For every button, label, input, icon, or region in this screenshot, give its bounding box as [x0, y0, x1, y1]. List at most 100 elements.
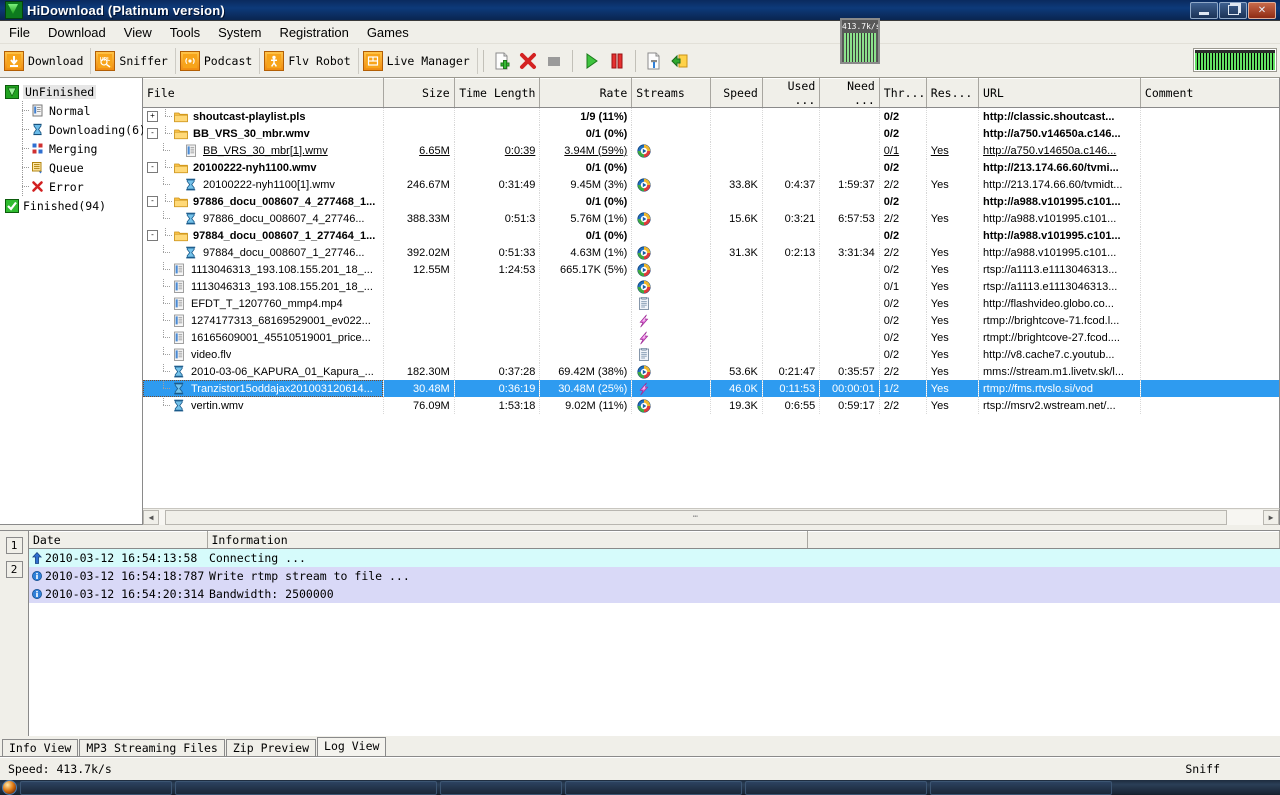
taskbar-item[interactable]: [20, 780, 172, 795]
table-row[interactable]: 16165609001_45510519001_price... 0/2 Yes rt…: [143, 329, 1279, 346]
cell-file[interactable]: 97886_docu_008607_4_27746...: [143, 210, 384, 227]
row-expander[interactable]: -: [147, 230, 158, 241]
cell-url[interactable]: rtmpt://brightcove-27.fcod....: [978, 329, 1141, 346]
column-header-file[interactable]: File: [143, 78, 384, 108]
toolbar-button-live-manager[interactable]: Live Manager: [359, 47, 478, 74]
delete-download-button[interactable]: [515, 49, 541, 73]
cell-url[interactable]: rtsp://a1113.e1113046313...: [978, 278, 1141, 295]
cell-url[interactable]: http://a988.v101995.c101...: [978, 210, 1141, 227]
scroll-left-icon[interactable]: ◀: [143, 509, 159, 525]
cell-file[interactable]: 1113046313_193.108.155.201_18_...: [143, 278, 384, 295]
sidebar-item-downloading[interactable]: Downloading(6): [4, 120, 146, 139]
cell-file[interactable]: 1274177313_68169529001_ev022...: [143, 312, 384, 329]
cell-file[interactable]: 16165609001_45510519001_price...: [143, 329, 384, 346]
cell-file[interactable]: vertin.wmv: [143, 397, 384, 414]
taskbar-item[interactable]: [175, 780, 437, 795]
cell-url[interactable]: http://v8.cache7.c.youtub...: [978, 346, 1141, 363]
taskbar-item[interactable]: [565, 780, 742, 795]
column-header-time_length[interactable]: Time Length: [454, 78, 541, 108]
table-row[interactable]: vertin.wmv 76.09M 1:53:18 9.02M (11%) 19.3K 0…: [143, 397, 1279, 414]
cell-url[interactable]: rtmp://brightcove-71.fcod.l...: [978, 312, 1141, 329]
column-header-thr[interactable]: Thr...: [879, 78, 927, 108]
table-row[interactable]: EFDT_T_1207760_mmp4.mp4 0/2 Yes http://flas…: [143, 295, 1279, 312]
cell-url[interactable]: http://a750.v14650a.c146...: [978, 125, 1141, 142]
cell-file[interactable]: Tranzistor15oddajax201003120614...: [143, 380, 384, 397]
cell-file[interactable]: + shoutcast-playlist.pls: [143, 107, 384, 125]
menu-item-system[interactable]: System: [209, 23, 270, 42]
cell-url[interactable]: http://a988.v101995.c101...: [978, 193, 1141, 210]
properties-button[interactable]: [641, 49, 667, 73]
row-expander[interactable]: -: [147, 128, 158, 139]
column-header-need[interactable]: Need ...: [819, 78, 880, 108]
taskbar-item[interactable]: [745, 780, 927, 795]
column-header-rate[interactable]: Rate: [539, 78, 633, 108]
cell-url[interactable]: http://a750.v14650a.c146...: [978, 142, 1141, 159]
tab-log-view[interactable]: Log View: [317, 737, 387, 756]
table-row[interactable]: 97886_docu_008607_4_27746... 388.33M 0:51:…: [143, 210, 1279, 227]
start-orb-icon[interactable]: [2, 780, 17, 795]
row-expander[interactable]: -: [147, 162, 158, 173]
tab-mp3-streaming-files[interactable]: MP3 Streaming Files: [79, 739, 225, 756]
menu-item-tools[interactable]: Tools: [161, 23, 209, 42]
cell-file[interactable]: - 20100222-nyh1100.wmv: [143, 159, 384, 176]
download-list[interactable]: File Size Time Length Rate Streams Speed Used …: [143, 78, 1280, 508]
cell-file[interactable]: 2010-03-06_KAPURA_01_Kapura_...: [143, 363, 384, 380]
cell-url[interactable]: rtsp://a1113.e1113046313...: [978, 261, 1141, 278]
row-expander[interactable]: -: [147, 196, 158, 207]
table-row[interactable]: 20100222-nyh1100[1].wmv 246.67M 0:31:49 9.4…: [143, 176, 1279, 193]
toolbar-button-flv-robot[interactable]: Flv Robot: [260, 47, 359, 74]
maximize-button[interactable]: [1219, 1, 1247, 19]
taskbar-item[interactable]: [440, 780, 562, 795]
table-row[interactable]: 1113046313_193.108.155.201_18_... 12.55M 1…: [143, 261, 1279, 278]
cell-url[interactable]: mms://stream.m1.livetv.sk/l...: [978, 363, 1141, 380]
sidebar-item-merging[interactable]: Merging: [4, 139, 142, 158]
download-list-hscrollbar[interactable]: ◀ ⋯ ▶: [143, 508, 1280, 525]
stop-download-button[interactable]: [541, 49, 567, 73]
hscroll-track[interactable]: ⋯: [159, 509, 1263, 525]
column-header-used[interactable]: Used ...: [762, 78, 821, 108]
cell-url[interactable]: http://flashvideo.globo.co...: [978, 295, 1141, 312]
column-header-comment[interactable]: Comment: [1140, 78, 1279, 108]
table-row[interactable]: 2010-03-06_KAPURA_01_Kapura_... 182.30M 0:…: [143, 363, 1279, 380]
menu-item-registration[interactable]: Registration: [270, 23, 357, 42]
sidebar-item-normal[interactable]: Normal: [4, 101, 142, 120]
menu-item-games[interactable]: Games: [358, 23, 418, 42]
move-to-folder-button[interactable]: [667, 49, 693, 73]
taskbar-item[interactable]: [930, 780, 1112, 795]
hscroll-thumb[interactable]: ⋯: [165, 509, 1227, 525]
menu-item-download[interactable]: Download: [39, 23, 115, 42]
table-row[interactable]: 1274177313_68169529001_ev022... 0/2 Yes rtm…: [143, 312, 1279, 329]
cell-file[interactable]: EFDT_T_1207760_mmp4.mp4: [143, 295, 384, 312]
cell-file[interactable]: - BB_VRS_30_mbr.wmv: [143, 125, 384, 142]
column-header-streams[interactable]: Streams: [631, 78, 711, 108]
table-row[interactable]: BB_VRS_30_mbr[1].wmv 6.65M 0:0:39 3.94M (59…: [143, 142, 1279, 159]
log-list[interactable]: Date Information 2010-03-12 16:54:13:58 C…: [29, 531, 1280, 736]
column-header-url[interactable]: URL: [978, 78, 1141, 108]
table-row[interactable]: - 97884_docu_008607_1_277464_1... 0/1 (0%)…: [143, 227, 1279, 244]
cell-url[interactable]: http://213.174.66.60/tvmidt...: [978, 176, 1141, 193]
scroll-right-icon[interactable]: ▶: [1263, 509, 1279, 525]
row-expander[interactable]: +: [147, 111, 158, 122]
toolbar-button-podcast[interactable]: Podcast: [176, 47, 261, 74]
log-column-date[interactable]: Date: [29, 531, 208, 549]
tab-zip-preview[interactable]: Zip Preview: [225, 739, 317, 756]
pause-download-button[interactable]: [604, 49, 630, 73]
sidebar-item-queue[interactable]: Queue: [4, 158, 142, 177]
log-side-tab-2[interactable]: 2: [5, 561, 23, 578]
new-download-button[interactable]: [489, 49, 515, 73]
close-button[interactable]: ✕: [1248, 1, 1276, 19]
table-row[interactable]: Tranzistor15oddajax201003120614... 30.48M…: [143, 380, 1279, 397]
toolbar-button-download[interactable]: Download: [0, 47, 92, 74]
log-row[interactable]: 2010-03-12 16:54:18:787 Write rtmp stream…: [29, 567, 1280, 585]
table-row[interactable]: 97884_docu_008607_1_27746... 392.02M 0:51:…: [143, 244, 1279, 261]
cell-url[interactable]: http://classic.shoutcast...: [978, 107, 1141, 125]
sidebar-item-finished[interactable]: Finished(94): [4, 196, 142, 215]
table-row[interactable]: - 97886_docu_008607_4_277468_1... 0/1 (0%)…: [143, 193, 1279, 210]
column-header-speed[interactable]: Speed: [710, 78, 763, 108]
menu-item-view[interactable]: View: [115, 23, 161, 42]
cell-file[interactable]: 97884_docu_008607_1_27746...: [143, 244, 384, 261]
sidebar-item-unfinished[interactable]: UnFinished: [4, 82, 142, 101]
log-side-tab-1[interactable]: 1: [5, 537, 23, 554]
column-header-res[interactable]: Res...: [926, 78, 980, 108]
cell-file[interactable]: 1113046313_193.108.155.201_18_...: [143, 261, 384, 278]
